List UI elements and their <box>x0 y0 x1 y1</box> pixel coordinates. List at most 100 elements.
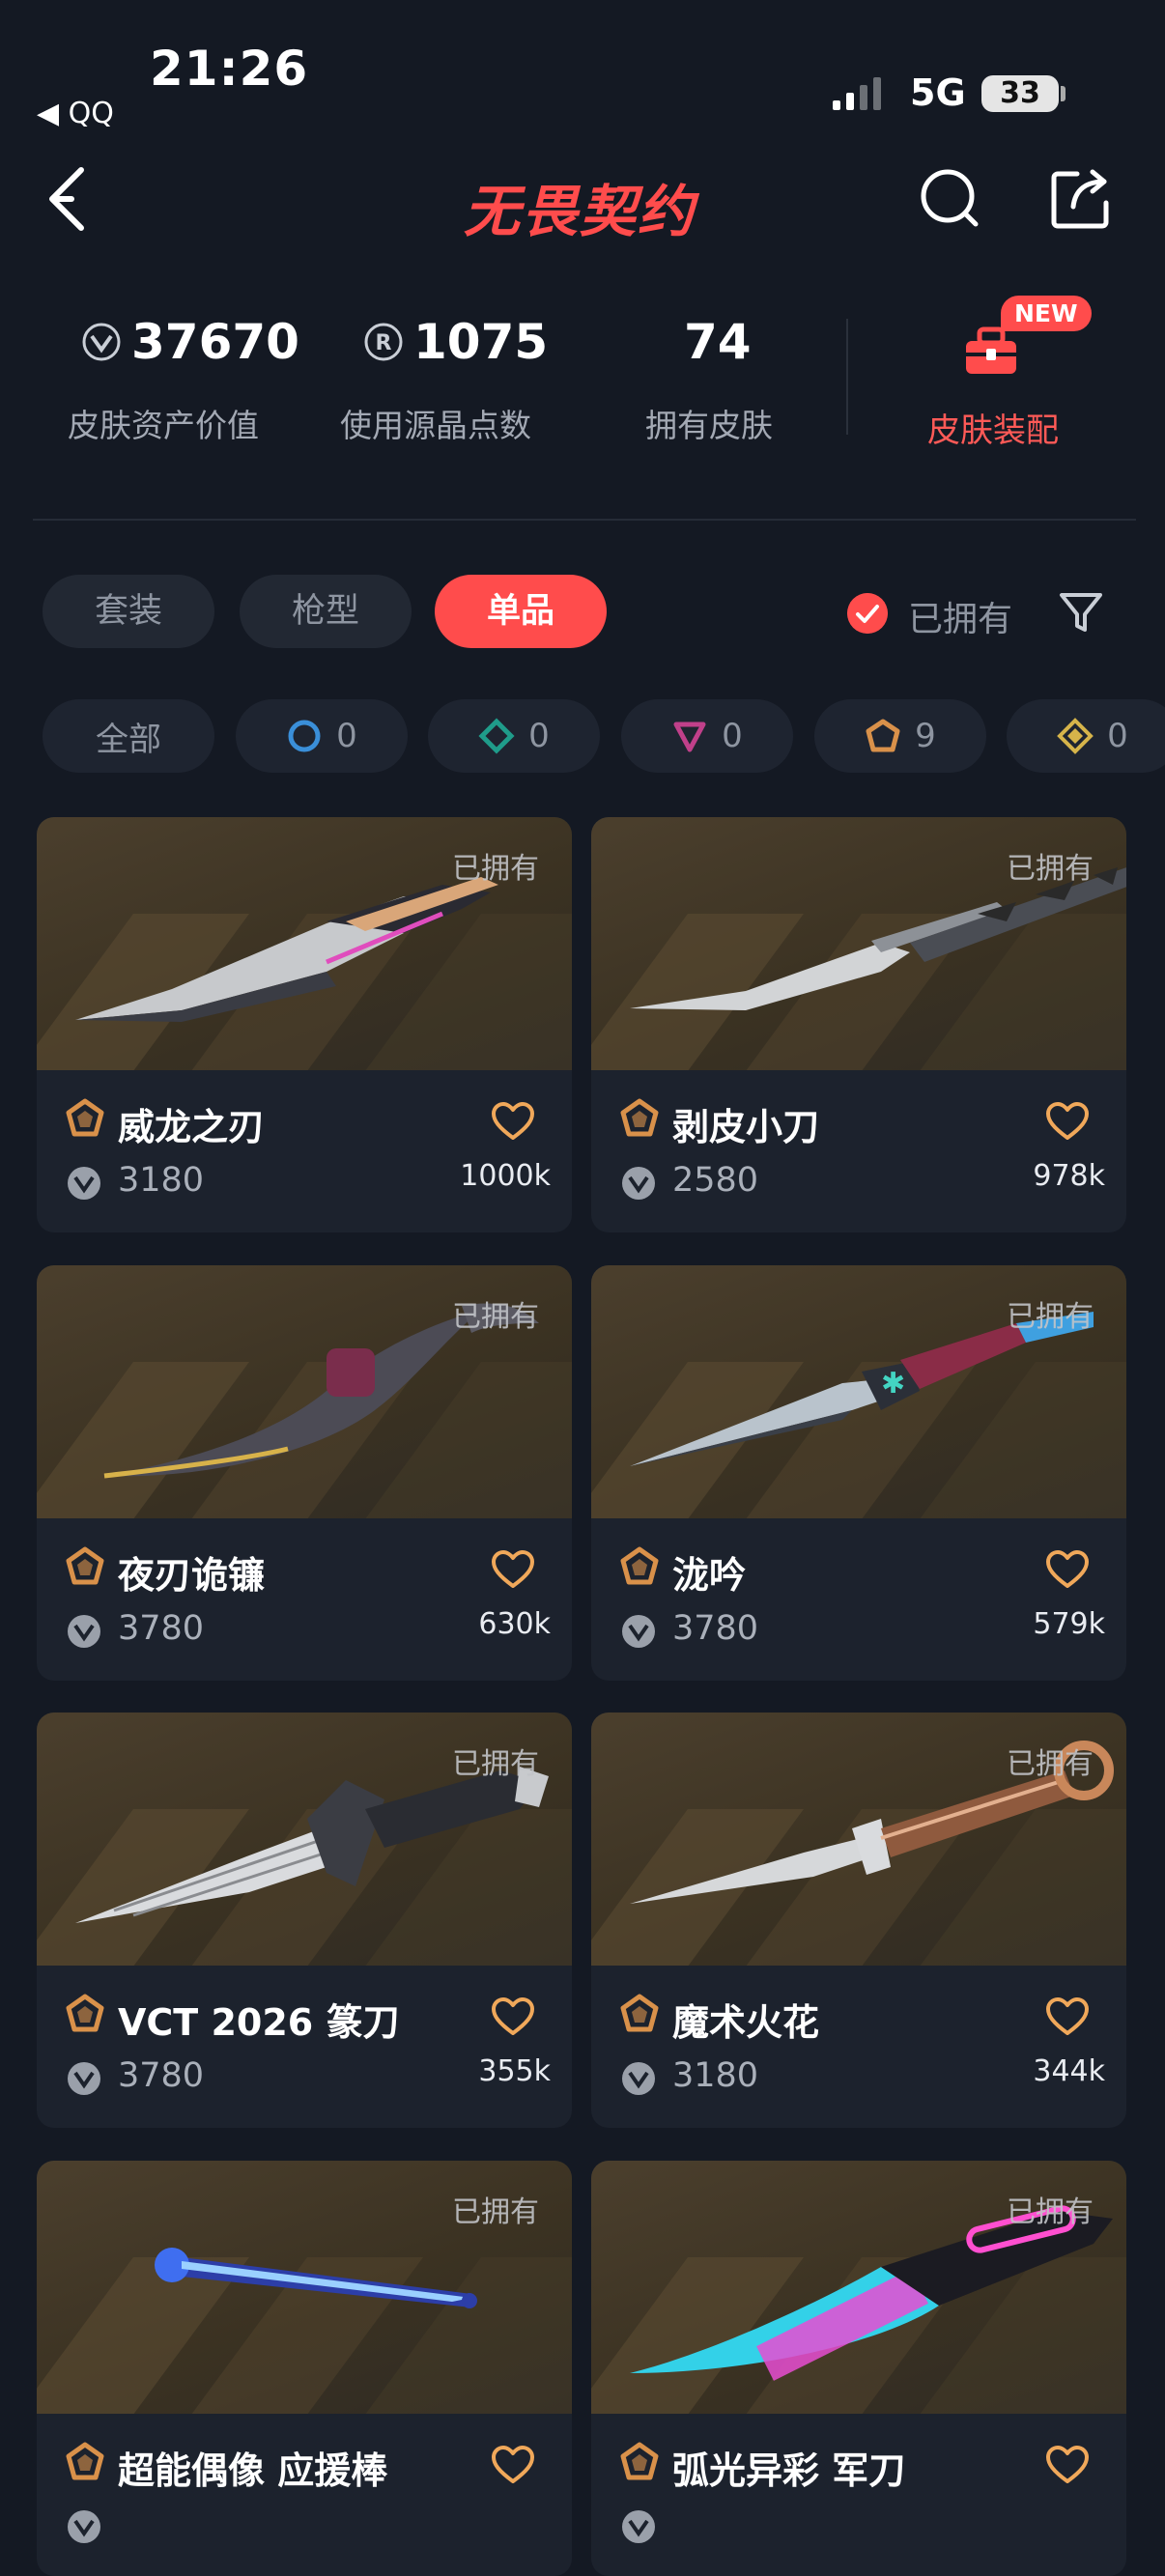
owned-tag: 已拥有 <box>452 2195 539 2229</box>
skin-image: 已拥有 <box>37 1265 572 1518</box>
skin-likes: 344k <box>1033 2054 1105 2088</box>
skin-card[interactable]: 已拥有 魔术火花 3180 344k <box>591 1713 1126 2128</box>
exclusive-tier-icon <box>66 1546 104 1585</box>
vp-coin-icon <box>622 2062 655 2095</box>
ultra-tier-icon <box>1057 718 1094 754</box>
skin-likes: 1000k <box>460 1159 551 1193</box>
exclusive-tier-icon <box>66 2442 104 2480</box>
vp-coin-icon <box>82 323 121 361</box>
skin-name: 弧光异彩 军刀 <box>672 2449 906 2492</box>
skin-price: 3180 <box>672 2056 759 2095</box>
page-title: 无畏契约 <box>464 179 696 244</box>
exclusive-tier-icon <box>66 1994 104 2032</box>
vp-coin-icon <box>68 1167 100 1200</box>
stat-asset-value: 37670 <box>81 314 299 370</box>
premium-tier-icon <box>673 722 706 752</box>
skin-image: 已拥有 <box>591 817 1126 1070</box>
back-arrow-icon[interactable] <box>43 162 100 236</box>
stat-asset-value-label: 皮肤资产价值 <box>68 407 259 444</box>
favorite-heart-icon[interactable] <box>491 1101 535 1142</box>
rarity-chip-all-label: 全部 <box>96 720 161 759</box>
skin-card[interactable]: 已拥有 夜刃诡镰 3780 630k <box>37 1265 572 1681</box>
rarity-chip-select[interactable]: 0 <box>236 699 408 773</box>
skin-name: 泷吟 <box>672 1554 747 1597</box>
skin-image: 已拥有 <box>591 1713 1126 1966</box>
signal-icon <box>833 77 881 110</box>
skin-loadout-button[interactable]: 皮肤装配 <box>927 404 1059 451</box>
rarity-chip-premium[interactable]: 0 <box>621 699 793 773</box>
skin-card[interactable]: 已拥有 威龙之刃 3180 1000k <box>37 817 572 1232</box>
favorite-heart-icon[interactable] <box>1045 1549 1090 1590</box>
tab-weapon-type[interactable]: 枪型 <box>240 575 412 648</box>
skin-price: 3780 <box>118 2056 205 2095</box>
svg-text:✱: ✱ <box>881 1367 905 1401</box>
vp-coin-icon <box>622 1167 655 1200</box>
skin-name: 魔术火花 <box>672 2001 820 2044</box>
rarity-chip-count: 0 <box>528 717 550 755</box>
exclusive-tier-icon <box>866 719 900 752</box>
skin-name: 超能偶像 应援棒 <box>118 2449 388 2492</box>
stat-radianite: R 1075 <box>363 314 548 370</box>
vp-coin-icon <box>622 1615 655 1648</box>
favorite-heart-icon[interactable] <box>1045 1101 1090 1142</box>
stat-owned-skins-label: 拥有皮肤 <box>645 407 773 444</box>
vp-coin-icon <box>622 2510 655 2543</box>
back-to-app-link[interactable]: ◀ QQ <box>37 97 114 130</box>
new-badge: NEW <box>1001 296 1092 331</box>
filter-icon[interactable] <box>1058 589 1104 636</box>
rarity-chip-all[interactable]: 全部 <box>43 699 214 773</box>
radianite-icon: R <box>364 323 403 361</box>
favorite-heart-icon[interactable] <box>491 1996 535 2037</box>
rarity-chip-count: 0 <box>336 717 357 755</box>
stat-owned-skins-number: 74 <box>684 314 752 370</box>
exclusive-tier-icon <box>620 1098 659 1137</box>
exclusive-tier-icon <box>66 1098 104 1137</box>
skin-card[interactable]: ✱ 已拥有 泷吟 3780 579k <box>591 1265 1126 1681</box>
battery-icon: 33 <box>981 75 1059 112</box>
skin-price: 2580 <box>672 1161 759 1200</box>
exclusive-tier-icon <box>620 1546 659 1585</box>
skin-name: 夜刃诡镰 <box>118 1554 266 1597</box>
check-icon[interactable] <box>847 593 888 634</box>
owned-tag: 已拥有 <box>452 1300 539 1334</box>
tab-single-items[interactable]: 单品 <box>435 575 607 648</box>
stat-radianite-label: 使用源晶点数 <box>340 407 531 444</box>
skin-card[interactable]: 已拥有 超能偶像 应援棒 <box>37 2161 572 2576</box>
toolbox-icon[interactable] <box>962 324 1020 378</box>
skin-name: VCT 2026 篆刀 <box>118 2001 400 2044</box>
skin-image: 已拥有 <box>37 817 572 1070</box>
status-time: 21:26 <box>150 41 309 97</box>
exclusive-tier-icon <box>620 2442 659 2480</box>
exclusive-tier-icon <box>620 1994 659 2032</box>
vp-coin-icon <box>68 2062 100 2095</box>
skin-price: 3180 <box>118 1161 205 1200</box>
rarity-chip-ultra[interactable]: 0 <box>1007 699 1165 773</box>
owned-tag: 已拥有 <box>1007 1747 1094 1781</box>
favorite-heart-icon[interactable] <box>1045 1996 1090 2037</box>
network-type: 5G <box>910 71 966 114</box>
skin-card[interactable]: 已拥有 剥皮小刀 2580 978k <box>591 817 1126 1232</box>
section-divider <box>33 519 1136 521</box>
owned-tag: 已拥有 <box>1007 1300 1094 1334</box>
owned-filter-label[interactable]: 已拥有 <box>908 591 1012 641</box>
search-icon[interactable] <box>918 166 981 230</box>
skin-image: 已拥有 <box>591 2161 1126 2414</box>
battery-tip <box>1061 86 1066 101</box>
favorite-heart-icon[interactable] <box>1045 2445 1090 2485</box>
share-icon[interactable] <box>1048 166 1112 230</box>
favorite-heart-icon[interactable] <box>491 2445 535 2485</box>
svg-text:R: R <box>376 331 392 355</box>
tab-bundles[interactable]: 套装 <box>43 575 214 648</box>
divider <box>846 319 848 435</box>
stat-radianite-number: 1075 <box>413 314 549 370</box>
rarity-chip-exclusive[interactable]: 9 <box>814 699 986 773</box>
vp-coin-icon <box>68 1615 100 1648</box>
skin-card[interactable]: 已拥有 弧光异彩 军刀 <box>591 2161 1126 2576</box>
stat-owned-skins: 74 <box>684 314 752 370</box>
favorite-heart-icon[interactable] <box>491 1549 535 1590</box>
skin-image: ✱ 已拥有 <box>591 1265 1126 1518</box>
skin-likes: 355k <box>478 2054 551 2088</box>
rarity-chip-deluxe[interactable]: 0 <box>428 699 600 773</box>
skin-likes: 630k <box>478 1607 551 1641</box>
skin-card[interactable]: 已拥有 VCT 2026 篆刀 3780 355k <box>37 1713 572 2128</box>
